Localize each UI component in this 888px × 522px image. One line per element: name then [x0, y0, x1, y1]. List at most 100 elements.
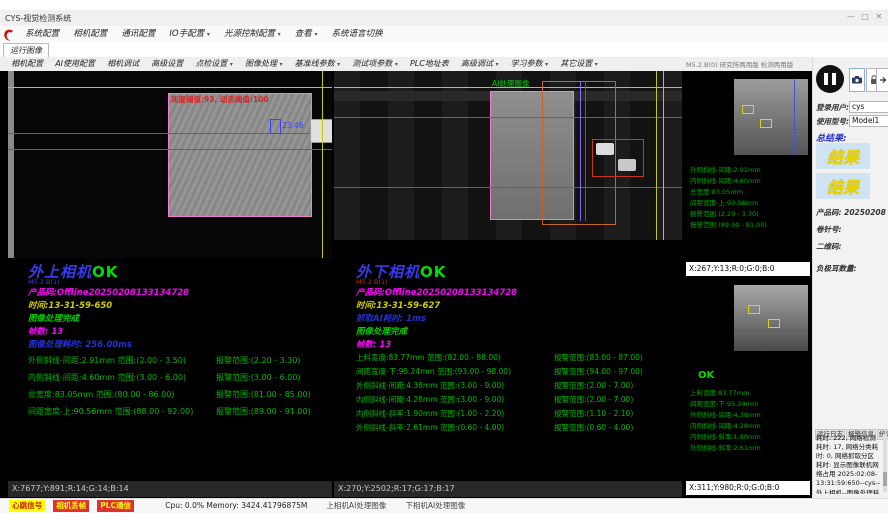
measurement-line: 间距宽度-上:90.56mm	[690, 198, 767, 209]
measurement-line: 内侧斜线-斜率:1.90mm	[690, 432, 761, 443]
camera-subtitle: M5.2.B(1)	[28, 278, 60, 286]
menu-comm-config[interactable]: 通讯配置	[121, 26, 155, 43]
measurement-line: 内侧斜线-间距:4.28mm	[690, 421, 761, 432]
threshold-overlay-text: 灰度阈值:93, 动态阈值:100	[171, 94, 269, 105]
pause-icon	[832, 73, 836, 85]
tab-strip: 运行图像	[0, 42, 888, 58]
measurement-row: 内侧斜线-斜率:1.90mm 范围:(1.00 - 2.20)报警范围:(1.1…	[356, 408, 680, 422]
measurement-row: 间距宽度-上:90.56mm 范围:(88.00 - 92.00)报警范围:(8…	[28, 406, 328, 423]
ai-overlay-label: AI处理图像	[492, 78, 529, 89]
measure-line-green	[8, 149, 332, 150]
time-text: 时间:13-31-59-650	[28, 299, 112, 311]
exit-button[interactable]	[876, 68, 888, 92]
tool-spot-check[interactable]: 点检设置 ▾	[195, 57, 233, 72]
guide-line-purple	[580, 81, 581, 221]
tab-run-image[interactable]: 运行图像	[3, 43, 49, 57]
time-text: 时间:13-31-59-627	[356, 299, 440, 311]
camera-status: OK	[420, 263, 446, 281]
tool-plc-address-table[interactable]: PLC地址表	[410, 57, 449, 72]
small-top-camera-image[interactable]	[734, 79, 808, 155]
camera-capture-button[interactable]	[849, 68, 865, 92]
tool-advanced-debug[interactable]: 高级调试 ▾	[461, 57, 499, 72]
tool-learning-params[interactable]: 学习参数 ▾	[511, 57, 549, 72]
measurement-line: 外侧斜线-间距:4.38mm	[690, 410, 761, 421]
product-code-label: 产品码: 20250208	[816, 207, 886, 218]
pause-button[interactable]	[816, 65, 844, 93]
small-top-pixel-coordinates: X:267;Y:13;R:0;G:0;B:0	[686, 262, 810, 276]
tool-image-processing[interactable]: 图像处理 ▾	[245, 57, 283, 72]
tool-other-settings[interactable]: 其它设置 ▾	[560, 57, 598, 72]
menu-io-manual-config[interactable]: IO手配置 ▾	[169, 26, 209, 43]
ai-elapsed-text: 抓取AI耗时: 1ms	[356, 312, 426, 324]
small-bottom-pixel-coordinates: X:311;Y:980;R:0;G:0;B:0	[686, 481, 810, 495]
menu-view[interactable]: 查看 ▾	[295, 26, 318, 43]
guide-line-blue	[794, 79, 795, 155]
cpu-memory-text: Cpu: 0.0% Memory: 3424.41796875M	[165, 499, 307, 513]
tool-test-params[interactable]: 测试项参数 ▾	[352, 57, 398, 72]
login-user-field[interactable]: cys	[849, 101, 888, 113]
middle-camera-image[interactable]: AI处理图像	[334, 71, 682, 240]
highlight-box-yellow	[768, 319, 780, 328]
tool-baseline-params[interactable]: 基准线参数 ▾	[295, 57, 341, 72]
measurement-row: 外侧斜线-斜率:2.61mm 范围:(0.60 - 4.00)报警范围:(0.6…	[356, 422, 680, 436]
lower-camera-status-text: 下相机AI处理图像	[405, 499, 465, 513]
measure-marker-value: 23.46	[282, 121, 303, 130]
tool-ai-use-config[interactable]: AI使用配置	[55, 57, 95, 72]
tab-highlight	[618, 159, 636, 171]
left-camera-image[interactable]: 灰度阈值:93, 动态阈值:100 23.46	[8, 71, 332, 258]
measurement-line: 报警范围:(2.20 - 3.30)	[690, 209, 767, 220]
measure-line-green	[334, 187, 682, 188]
measurement-line: 报警范围:(89.00 - 91.00)	[690, 220, 767, 231]
title-bar: CYS-视觉检测系统 — □ ✕	[0, 10, 888, 27]
menu-language-switch[interactable]: 系统语言切换	[332, 26, 383, 43]
log-scrollbar[interactable]	[883, 434, 887, 492]
guide-line-yellow-vertical	[322, 71, 323, 258]
middle-camera-panel: AI处理图像 外下相机OK M5.2.B(1) 产品码:Offline20250…	[334, 71, 682, 497]
measure-line-green	[334, 117, 682, 118]
menu-light-control-config[interactable]: 光源控制配置 ▾	[224, 26, 281, 43]
frame-count-text: 帧数: 13	[356, 338, 391, 350]
negative-tab-count-label: 负极耳数量:	[816, 263, 857, 274]
small-top-camera-panel: 外侧斜线-间距:2.91mm 内侧斜线-间距:4.60mm 总宽度:83.05m…	[686, 71, 810, 276]
log-text: 耗时: 222, 网络检测耗时: 17, 网络分类耗时: 0, 网络抓取分区耗时…	[816, 434, 880, 494]
left-pixel-coordinates: X:7677;Y:891;R:14;G:14;B:14	[8, 481, 332, 497]
small-bottom-result: OK	[698, 370, 714, 381]
plc-comm-badge: PLC通信	[97, 500, 134, 512]
measure-marker-box	[270, 119, 281, 134]
menu-camera-config[interactable]: 相机配置	[73, 26, 107, 43]
tool-advanced-settings[interactable]: 高级设置	[151, 57, 183, 72]
guide-line-yellow-vertical	[663, 71, 664, 240]
highlight-box-yellow	[742, 105, 754, 114]
measurement-row: 总宽度:83.05mm 范围:(80.00 - 86.00)报警范围:(81.0…	[28, 389, 328, 406]
tool-camera-config[interactable]: 相机配置	[11, 57, 43, 72]
tool-camera-debug[interactable]: 相机调试	[107, 57, 139, 72]
small-bottom-camera-panel: OK 上料宽度:83.77mm 间距宽度-下:95.24mm 外侧斜线-间距:4…	[686, 278, 810, 495]
maximize-button[interactable]: □	[858, 12, 872, 21]
menu-system-config[interactable]: 系统配置	[25, 26, 59, 43]
camera-framedrop-badge: 相机丢帧	[53, 500, 89, 512]
close-button[interactable]: ✕	[872, 12, 886, 21]
measurement-row: 上料宽度:83.77mm 范围:(82.00 - 88.00)报警范围:(83.…	[356, 352, 680, 366]
heartbeat-status-badge: 心跳信号	[9, 500, 45, 512]
measurement-line: 外侧斜线-间距:2.91mm	[690, 165, 767, 176]
minimize-button[interactable]: —	[844, 12, 858, 21]
product-code-text: 产品码:Offline20250208133134728	[356, 286, 517, 298]
small-top-measurements: 外侧斜线-间距:2.91mm 内侧斜线-间距:4.60mm 总宽度:83.05m…	[690, 165, 767, 231]
guide-line-blue	[585, 81, 586, 221]
app-logo-icon	[2, 27, 16, 41]
side-panel: 登录用户: cys 使用型号: Model1 总结果: 结果 结果 产品码: 2…	[812, 57, 888, 498]
application-window: CYS-视觉检测系统 — □ ✕ 系统配置 相机配置 通讯配置 IO手配置 ▾ …	[0, 0, 888, 522]
model-field[interactable]: Model1	[849, 115, 888, 127]
status-bar: 心跳信号 相机丢帧 PLC通信 Cpu: 0.0% Memory: 3424.4…	[0, 498, 888, 513]
log-scrollbar-thumb[interactable]	[883, 472, 887, 486]
logout-arrow-icon	[879, 76, 887, 84]
connector-part	[310, 119, 332, 143]
product-code-value: 20250208	[844, 208, 886, 217]
small-bottom-camera-image[interactable]	[734, 285, 808, 351]
measurement-row: 内侧斜线-间距:4.28mm 范围:(3.00 - 9.00)报警范围:(2.0…	[356, 394, 680, 408]
guide-line-yellow-vertical	[656, 71, 657, 240]
guide-line-yellow	[8, 87, 332, 88]
result-display-1: 结果	[816, 143, 870, 169]
result-display-2: 结果	[816, 173, 870, 199]
middle-pixel-coordinates: X:270;Y:2502;R:17;G:17;B:17	[334, 481, 682, 497]
